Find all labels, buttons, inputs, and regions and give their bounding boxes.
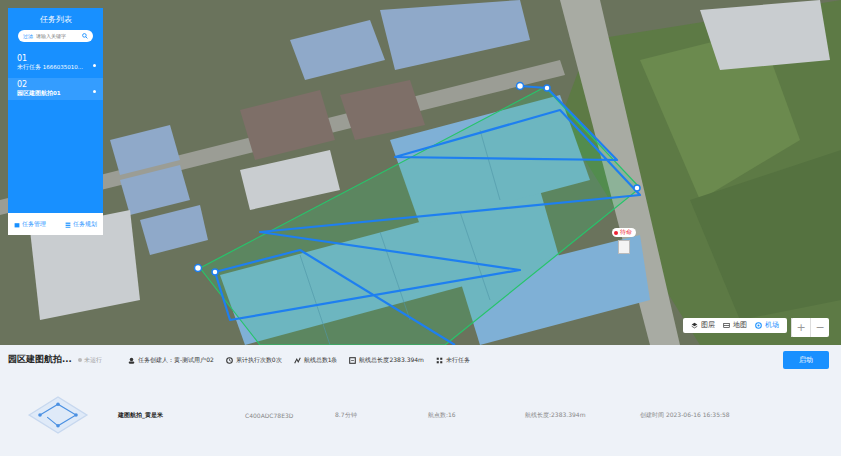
route-duration: 8.7分钟 xyxy=(335,411,428,420)
footer-button[interactable]: 任务管理 xyxy=(14,220,46,229)
task-list: 01未行任务 1666035010... 02园区建图航拍01 xyxy=(8,52,103,213)
grid-icon xyxy=(436,357,443,364)
marker-label: 待命 xyxy=(620,229,632,236)
user-icon xyxy=(128,357,135,364)
clock-icon xyxy=(226,357,233,364)
task-index: 02 xyxy=(17,80,94,89)
footer-button[interactable]: 任务规划 xyxy=(65,220,97,229)
dock-icon xyxy=(618,240,630,254)
footer-label: 任务管理 xyxy=(22,220,46,229)
control-label: 图层 xyxy=(701,321,715,330)
search-box[interactable]: 过滤 xyxy=(18,30,93,42)
stat-text: 累计执行次数0次 xyxy=(236,356,282,365)
stat-text: 任务创建人：黄-测试用户02 xyxy=(138,356,214,365)
task-index: 01 xyxy=(17,54,94,63)
map-control[interactable]: 图层 xyxy=(691,321,715,330)
task-stat: 航线总数1条 xyxy=(294,356,338,365)
map-control[interactable]: 机场 xyxy=(755,321,779,330)
task-stat: 未行任务 xyxy=(436,356,470,365)
status-badge: 待命 xyxy=(612,228,636,237)
map-controls: 图层 地图 机场 xyxy=(683,318,787,333)
zoom-in-button[interactable]: + xyxy=(791,318,810,337)
stat-text: 航线总长度2383.394m xyxy=(359,356,423,365)
control-label: 地图 xyxy=(733,321,747,330)
panel-title: 任务列表 xyxy=(8,8,103,30)
start-button[interactable]: 启动 xyxy=(783,351,829,369)
route-name: 建图航拍_黄是米 xyxy=(118,411,245,420)
task-label: 未行任务 1666035010... xyxy=(17,64,94,71)
search-icon xyxy=(82,33,88,39)
dock-marker[interactable]: 待命 xyxy=(612,228,636,254)
task-label: 园区建图航拍01 xyxy=(17,90,94,97)
task-stat: 任务创建人：黄-测试用户02 xyxy=(128,356,214,365)
search-input[interactable] xyxy=(36,33,79,39)
task-stat: 累计执行次数0次 xyxy=(226,356,282,365)
panel-footer: 任务管理 任务规划 xyxy=(8,213,103,235)
satellite-map xyxy=(0,0,841,345)
route-code: C400ADC78E3D xyxy=(245,412,335,419)
task-stat: 航线总长度2383.394m xyxy=(349,356,423,365)
task-item[interactable]: 01未行任务 1666035010... xyxy=(8,52,103,74)
detail-header: 园区建图航拍... 未运行 任务创建人：黄-测试用户02 累计执行次数0次 航线总数1条… xyxy=(8,351,829,369)
route-length: 航线长度:2383.394m xyxy=(525,411,640,420)
stat-text: 航线总数1条 xyxy=(304,356,338,365)
route-waypoints: 航点数:16 xyxy=(428,411,525,420)
task-dot xyxy=(93,90,96,93)
task-dot xyxy=(93,64,96,67)
task-detail: 园区建图航拍... 未运行 任务创建人：黄-测试用户02 累计执行次数0次 航线总数1条… xyxy=(0,345,841,456)
stat-text: 未行任务 xyxy=(446,356,470,365)
list-icon xyxy=(65,222,71,228)
length-icon xyxy=(349,357,356,364)
route-cells: 建图航拍_黄是米C400ADC78E3D8.7分钟航点数:16航线长度:2383… xyxy=(118,411,829,420)
control-label: 机场 xyxy=(765,321,779,330)
footer-label: 任务规划 xyxy=(73,220,97,229)
layers-icon xyxy=(691,322,698,329)
task-item[interactable]: 02园区建图航拍01 xyxy=(8,78,103,100)
route-row[interactable]: 建图航拍_黄是米C400ADC78E3D8.7分钟航点数:16航线长度:2383… xyxy=(8,379,829,451)
map-icon xyxy=(723,322,730,329)
route-created: 创建时间 2023-06-16 16:35:58 xyxy=(640,411,730,420)
filter-label: 过滤 xyxy=(23,33,33,39)
status-dot xyxy=(614,231,618,235)
zoom-out-button[interactable]: − xyxy=(810,318,829,337)
map[interactable]: 任务列表过滤 01未行任务 1666035010... 02园区建图航拍01 任务管理… xyxy=(0,0,841,345)
route-thumbnail xyxy=(20,379,96,451)
folder-icon xyxy=(14,222,20,228)
task-status: 未运行 xyxy=(78,357,128,364)
status-dot xyxy=(78,358,82,362)
status-label: 未运行 xyxy=(84,357,102,364)
zoom-controls: +− xyxy=(791,318,829,337)
airport-icon xyxy=(755,322,762,329)
task-panel: 任务列表过滤 01未行任务 1666035010... 02园区建图航拍01 任务管理… xyxy=(8,8,103,235)
route-icon xyxy=(294,357,301,364)
map-control[interactable]: 地图 xyxy=(723,321,747,330)
task-title: 园区建图航拍... xyxy=(8,354,78,366)
